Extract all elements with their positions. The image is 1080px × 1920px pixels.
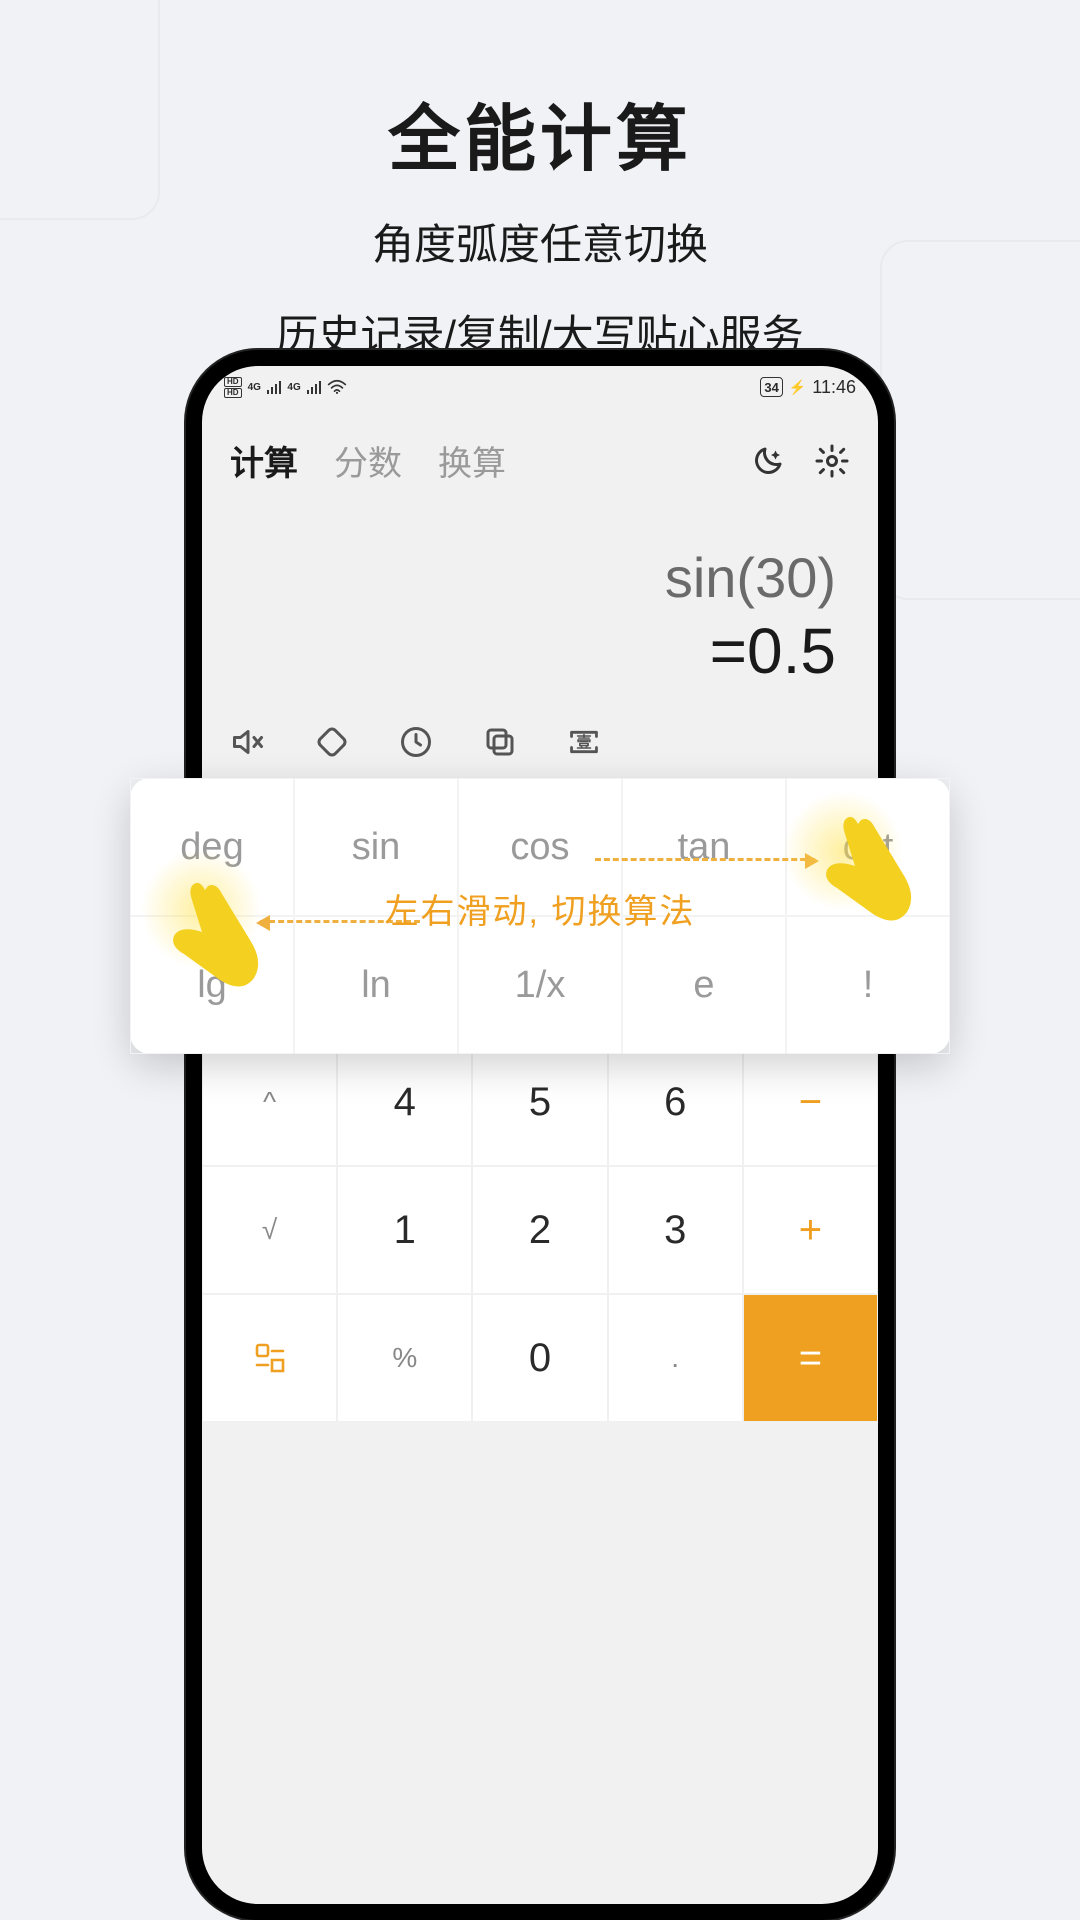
key-2[interactable]: 2 [472, 1166, 607, 1294]
key-ln[interactable]: ln [294, 916, 458, 1054]
hand-pointer-icon [150, 870, 270, 1030]
status-bar: HDHD 4G 4G 34 ⚡ 11:46 [202, 366, 878, 408]
key-4[interactable]: 4 [337, 1038, 472, 1166]
signal-icon [307, 380, 322, 394]
key-e[interactable]: e [622, 916, 786, 1054]
hand-pointer-icon [808, 806, 928, 966]
tab-calculate[interactable]: 计算 [230, 436, 298, 485]
charging-icon: ⚡ [789, 379, 806, 396]
key-5[interactable]: 5 [472, 1038, 607, 1166]
phone-frame: HDHD 4G 4G 34 ⚡ 11:46 计算 分数 换算 [186, 350, 894, 1920]
status-bar-right: 34 ⚡ 11:46 [760, 377, 856, 398]
capital-icon[interactable]: 壹 [566, 724, 602, 760]
gear-icon[interactable] [814, 443, 850, 479]
mute-icon[interactable] [230, 724, 266, 760]
promo-heading: 全能计算 角度弧度任意切换 历史记录/复制/大写贴心服务 [0, 80, 1080, 367]
toolbar: 壹 [202, 698, 878, 782]
display-area: sin(30) =0.5 [202, 485, 878, 698]
key-−[interactable]: − [743, 1038, 878, 1166]
net-label: 4G [248, 382, 261, 393]
key-⎋[interactable] [202, 1294, 337, 1422]
battery-level: 34 [764, 380, 778, 395]
net-label: 4G [287, 382, 300, 393]
svg-text:壹: 壹 [576, 734, 591, 752]
clock: 11:46 [812, 377, 856, 398]
key-+[interactable]: + [743, 1166, 878, 1294]
status-bar-left: HDHD 4G 4G [224, 377, 347, 398]
copy-icon[interactable] [482, 724, 518, 760]
key-=[interactable]: = [743, 1294, 878, 1422]
key-.[interactable]: . [608, 1294, 743, 1422]
swipe-hint: 左右滑动, 切换算法 [385, 884, 696, 933]
tab-convert[interactable]: 换算 [438, 436, 506, 485]
key-6[interactable]: 6 [608, 1038, 743, 1166]
key-0[interactable]: 0 [472, 1294, 607, 1422]
expression: sin(30) [244, 545, 836, 610]
result: =0.5 [244, 614, 836, 688]
signal-icon [267, 380, 282, 394]
key-^[interactable]: ^ [202, 1038, 337, 1166]
key-%[interactable]: % [337, 1294, 472, 1422]
phone-screen: HDHD 4G 4G 34 ⚡ 11:46 计算 分数 换算 [202, 366, 878, 1904]
key-√[interactable]: √ [202, 1166, 337, 1294]
key-3[interactable]: 3 [608, 1166, 743, 1294]
hd-icon: HDHD [224, 377, 242, 398]
rotate-icon[interactable] [314, 724, 350, 760]
promo-title: 全能计算 [0, 80, 1080, 185]
wifi-icon [327, 379, 347, 395]
tab-fraction[interactable]: 分数 [334, 436, 402, 485]
promo-subtitle-1: 角度弧度任意切换 [0, 213, 1080, 276]
key-1[interactable]: 1 [337, 1166, 472, 1294]
tab-bar: 计算 分数 换算 [202, 408, 878, 485]
key-recip[interactable]: 1/x [458, 916, 622, 1054]
dark-mode-icon[interactable] [750, 443, 786, 479]
history-icon[interactable] [398, 724, 434, 760]
battery-icon: 34 [760, 377, 782, 397]
